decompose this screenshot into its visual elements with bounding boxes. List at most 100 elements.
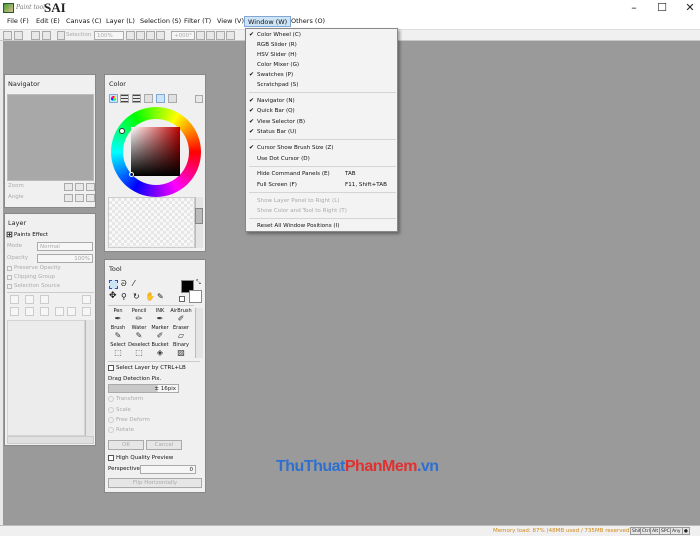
zoom-input[interactable]: 100%	[94, 31, 124, 40]
free-deform-radio[interactable]	[108, 417, 114, 423]
transform-radio[interactable]	[108, 396, 114, 402]
select-tool[interactable]: Select ⬚	[107, 342, 129, 359]
saturation-value-square[interactable]	[131, 127, 180, 176]
rotate-reset-icon[interactable]	[216, 31, 225, 40]
menu-item-quick-bar[interactable]: ✔ Quick Bar (Q)	[246, 106, 397, 116]
pencil-tool[interactable]: Pencil ✏	[128, 308, 150, 325]
color-panel-menu-icon[interactable]	[195, 95, 203, 103]
menu-item-hsv-slider[interactable]: HSV Slider (H)	[246, 50, 397, 60]
rgb-slider-tab-icon[interactable]	[120, 94, 129, 103]
nav-rotate-reset-icon[interactable]	[86, 194, 95, 202]
menu-item-cursor-brush-size[interactable]: ✔ Cursor Show Brush Size (Z)	[246, 143, 397, 153]
swatches-tab-icon[interactable]	[156, 94, 165, 103]
swatches-scroll-thumb[interactable]	[195, 208, 203, 224]
expand-icon[interactable]: ⊞	[6, 231, 13, 239]
nav-zoom-in-icon[interactable]	[75, 183, 84, 191]
menu-item-reset-window-positions[interactable]: Reset All Window Positions (I)	[246, 221, 397, 231]
preserve-opacity-checkbox[interactable]	[7, 266, 12, 271]
rotate-left-icon[interactable]	[196, 31, 205, 40]
rotation-input[interactable]: +000°	[171, 31, 195, 40]
menu-item-navigator[interactable]: ✔ Navigator (N)	[246, 96, 397, 106]
merge-visible-icon[interactable]	[55, 307, 64, 316]
zoom-in-icon[interactable]	[136, 31, 145, 40]
nav-zoom-reset-icon[interactable]	[86, 183, 95, 191]
new-set-icon[interactable]	[25, 295, 34, 304]
rotate-right-icon[interactable]	[206, 31, 215, 40]
eyedropper-icon[interactable]: ✎	[157, 292, 166, 301]
menu-item-swatches[interactable]: ✔ Swatches (P)	[246, 70, 397, 80]
menu-item-layer-panel-right[interactable]: Show Layer Panel to Right (L)	[246, 196, 397, 206]
zoom-out-icon[interactable]	[126, 31, 135, 40]
ok-button[interactable]: OK	[108, 440, 144, 450]
lasso-icon[interactable]: ᘐ	[121, 280, 130, 289]
new-linework-icon[interactable]	[40, 295, 49, 304]
swap-colors-icon[interactable]: ⤡	[196, 279, 201, 287]
transfer-down-icon[interactable]	[10, 307, 19, 316]
brush-scrollbar[interactable]	[195, 308, 203, 358]
flip-horizontally-button[interactable]: Flip Horizontally	[108, 478, 202, 488]
menu-item-scratchpad[interactable]: Scratchpad (S)	[246, 80, 397, 90]
hsv-slider-tab-icon[interactable]	[132, 94, 141, 103]
navigator-preview[interactable]	[7, 94, 94, 181]
menu-item-status-bar[interactable]: ✔ Status Bar (U)	[246, 127, 397, 137]
menu-item-full-screen[interactable]: Full Screen (F) F11, Shift+TAB	[246, 180, 397, 190]
layer-list[interactable]	[7, 320, 85, 436]
merge-down-icon[interactable]	[25, 307, 34, 316]
blend-mode-select[interactable]: Normal	[37, 242, 93, 251]
magic-wand-icon[interactable]: ⁄	[133, 280, 142, 289]
rect-select-icon[interactable]	[109, 280, 118, 289]
clear-layer-icon[interactable]	[40, 307, 49, 316]
layer-hscrollbar[interactable]	[7, 436, 94, 444]
menu-edit[interactable]: Edit (E)	[33, 16, 63, 27]
opacity-slider[interactable]: 100%	[37, 254, 93, 263]
menu-item-hide-command-panels[interactable]: Hide Command Panels (E) TAB	[246, 169, 397, 179]
close-button[interactable]: ✕	[676, 0, 700, 16]
water-tool[interactable]: Water ✎	[128, 325, 150, 342]
perspective-slider[interactable]: 0	[140, 465, 196, 474]
drag-detection-slider[interactable]: ± 16pix	[108, 384, 179, 393]
menu-item-dot-cursor[interactable]: Use Dot Cursor (D)	[246, 154, 397, 164]
menu-view[interactable]: View (V)	[214, 16, 247, 27]
menu-canvas[interactable]: Canvas (C)	[63, 16, 105, 27]
nav-rotate-right-icon[interactable]	[75, 194, 84, 202]
menu-item-color-wheel[interactable]: ✔ Color Wheel (C)	[246, 30, 397, 40]
color-wheel-tab-icon[interactable]	[109, 94, 118, 103]
select-layer-checkbox[interactable]	[108, 365, 114, 371]
flip-icon[interactable]	[226, 31, 235, 40]
scratchpad-tab-icon[interactable]	[168, 94, 177, 103]
binary-tool[interactable]: Binary ▨	[170, 342, 192, 359]
color-picker-dot[interactable]	[129, 172, 134, 177]
transparent-color-icon[interactable]	[179, 296, 185, 302]
brush-tool[interactable]: Brush ✎	[107, 325, 129, 342]
maximize-button[interactable]: ☐	[648, 0, 676, 16]
redo-icon[interactable]	[14, 31, 23, 40]
minimize-button[interactable]: –	[620, 0, 648, 16]
menu-filter[interactable]: Filter (T)	[181, 16, 214, 27]
scale-radio[interactable]	[108, 407, 114, 413]
selection-source-checkbox[interactable]	[7, 284, 12, 289]
nav-rotate-left-icon[interactable]	[64, 194, 73, 202]
undo-icon[interactable]	[3, 31, 12, 40]
hq-preview-checkbox[interactable]	[108, 455, 114, 461]
menu-item-view-selector[interactable]: ✔ View Selector (B)	[246, 117, 397, 127]
hand-icon[interactable]: ✋	[145, 292, 155, 301]
cancel-button[interactable]: Cancel	[146, 440, 182, 450]
menu-others[interactable]: Others (O)	[288, 16, 328, 27]
swatches-grid[interactable]	[108, 197, 195, 248]
new-layer-icon[interactable]	[10, 295, 19, 304]
menu-window[interactable]: Window (W)	[244, 16, 292, 27]
bucket-tool[interactable]: Bucket ◈	[149, 342, 171, 359]
color-mixer-tab-icon[interactable]	[144, 94, 153, 103]
menu-layer[interactable]: Layer (L)	[103, 16, 138, 27]
airbrush-tool[interactable]: AirBrush ✐	[170, 308, 192, 325]
menu-item-rgb-slider[interactable]: RGB Slider (R)	[246, 40, 397, 50]
background-color-swatch[interactable]	[189, 290, 202, 303]
move-icon[interactable]: ✥	[109, 292, 118, 301]
zoom-tool-icon[interactable]: ⚲	[121, 292, 130, 301]
menu-selection[interactable]: Selection (S)	[137, 16, 184, 27]
deselect-icon[interactable]	[31, 31, 40, 40]
selection-checkbox[interactable]	[57, 31, 65, 40]
rotate-tool-icon[interactable]: ↻	[133, 292, 142, 301]
menu-item-color-tool-right[interactable]: Show Color and Tool to Right (T)	[246, 206, 397, 216]
nav-zoom-out-icon[interactable]	[64, 183, 73, 191]
